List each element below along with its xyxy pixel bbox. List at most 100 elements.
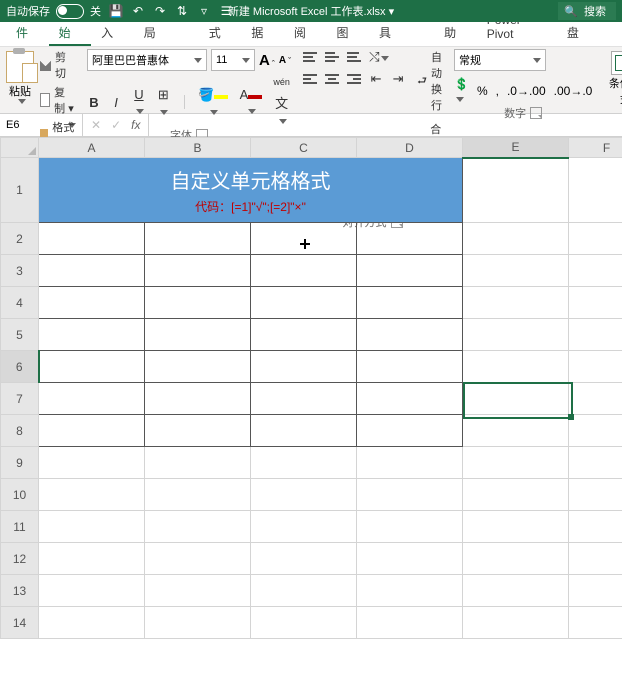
orientation-button[interactable]: ⤭ — [369, 49, 389, 65]
row-header-13[interactable]: 13 — [1, 575, 39, 607]
font-color-button[interactable]: A — [238, 87, 265, 117]
cell-d5[interactable] — [357, 319, 463, 351]
cell-b6[interactable] — [145, 351, 251, 383]
cell-c10[interactable] — [251, 479, 357, 511]
cell-a9[interactable] — [39, 447, 145, 479]
cell-d6[interactable] — [357, 351, 463, 383]
cut-button[interactable]: 剪切 — [40, 49, 75, 81]
cell-f1[interactable] — [569, 158, 622, 223]
cell-f2[interactable] — [569, 223, 622, 255]
cell-f7[interactable] — [569, 383, 622, 415]
cell-f9[interactable] — [569, 447, 622, 479]
cell-e2[interactable] — [463, 223, 569, 255]
sort-icon[interactable]: ⇅ — [175, 4, 189, 18]
row-header-9[interactable]: 9 — [1, 447, 39, 479]
cell-a6[interactable] — [39, 351, 145, 383]
cell-d14[interactable] — [357, 607, 463, 639]
align-bottom-button[interactable] — [347, 52, 361, 62]
cell-e8[interactable] — [463, 415, 569, 447]
cell-b13[interactable] — [145, 575, 251, 607]
cell-d12[interactable] — [357, 543, 463, 575]
cell-b3[interactable] — [145, 255, 251, 287]
cell-c8[interactable] — [251, 415, 357, 447]
cell-c2[interactable] — [251, 223, 357, 255]
font-size-combo[interactable]: 11 — [211, 49, 255, 71]
cell-e14[interactable] — [463, 607, 569, 639]
align-top-button[interactable] — [303, 52, 317, 62]
cell-c14[interactable] — [251, 607, 357, 639]
indent-inc-button[interactable]: ⇥ — [391, 71, 405, 87]
cell-a8[interactable] — [39, 415, 145, 447]
grow-font-button[interactable]: Aˆ — [259, 52, 275, 69]
cell-d8[interactable] — [357, 415, 463, 447]
cell-f13[interactable] — [569, 575, 622, 607]
col-header-c[interactable]: C — [251, 138, 357, 158]
cell-c12[interactable] — [251, 543, 357, 575]
cell-f12[interactable] — [569, 543, 622, 575]
cell-b9[interactable] — [145, 447, 251, 479]
cell-f6[interactable] — [569, 351, 622, 383]
cell-e4[interactable] — [463, 287, 569, 319]
cell-e10[interactable] — [463, 479, 569, 511]
align-left-button[interactable] — [303, 74, 317, 84]
cell-c4[interactable] — [251, 287, 357, 319]
cell-b10[interactable] — [145, 479, 251, 511]
row-header-4[interactable]: 4 — [1, 287, 39, 319]
col-header-a[interactable]: A — [39, 138, 145, 158]
cell-e9[interactable] — [463, 447, 569, 479]
cell-a7[interactable] — [39, 383, 145, 415]
col-header-f[interactable]: F — [569, 138, 622, 158]
copy-button[interactable]: 复制 ▾ — [40, 84, 75, 116]
col-header-b[interactable]: B — [145, 138, 251, 158]
indent-dec-button[interactable]: ⇤ — [369, 71, 383, 87]
cell-a14[interactable] — [39, 607, 145, 639]
chevron-down-icon[interactable] — [18, 99, 26, 104]
dialog-launcher-icon[interactable] — [530, 107, 542, 119]
cell-e5[interactable] — [463, 319, 569, 351]
cell-d4[interactable] — [357, 287, 463, 319]
cell-c5[interactable] — [251, 319, 357, 351]
cell-f14[interactable] — [569, 607, 622, 639]
paste-button[interactable]: 粘贴 — [6, 49, 34, 151]
chevron-down-icon[interactable] — [533, 58, 541, 63]
cell-a13[interactable] — [39, 575, 145, 607]
cell-d7[interactable] — [357, 383, 463, 415]
fill-color-button[interactable]: 🪣 — [197, 87, 230, 118]
cell-d13[interactable] — [357, 575, 463, 607]
align-middle-button[interactable] — [325, 52, 339, 62]
cell-f11[interactable] — [569, 511, 622, 543]
cell-e6[interactable] — [463, 351, 569, 383]
row-header-6[interactable]: 6 — [1, 351, 39, 383]
cell-b14[interactable] — [145, 607, 251, 639]
filter-icon[interactable]: ▿ — [197, 4, 211, 18]
search-box[interactable]: 🔍 搜索 — [558, 2, 616, 20]
cell-b2[interactable] — [145, 223, 251, 255]
cell-b11[interactable] — [145, 511, 251, 543]
undo-icon[interactable]: ↶ — [131, 4, 145, 18]
border-button[interactable]: ⊞ — [155, 87, 172, 118]
align-right-button[interactable] — [347, 74, 361, 84]
cell-c9[interactable] — [251, 447, 357, 479]
cell-d3[interactable] — [357, 255, 463, 287]
select-all-corner[interactable] — [1, 138, 39, 158]
cell-b8[interactable] — [145, 415, 251, 447]
row-header-11[interactable]: 11 — [1, 511, 39, 543]
row-header-14[interactable]: 14 — [1, 607, 39, 639]
document-title[interactable]: 新建 Microsoft Excel 工作表.xlsx ▾ — [228, 3, 394, 19]
increase-decimal-button[interactable]: .0→.00 — [507, 84, 546, 98]
align-center-button[interactable] — [325, 74, 339, 84]
cell-a1-merged[interactable]: 自定义单元格格式 代码：[=1]"√";[=2]"×" — [39, 158, 463, 223]
row-header-12[interactable]: 12 — [1, 543, 39, 575]
cell-f3[interactable] — [569, 255, 622, 287]
font-name-combo[interactable]: 阿里巴巴普惠体 — [87, 49, 207, 71]
cell-c11[interactable] — [251, 511, 357, 543]
cell-e1[interactable] — [463, 158, 569, 223]
cell-f8[interactable] — [569, 415, 622, 447]
cell-b4[interactable] — [145, 287, 251, 319]
chevron-down-icon[interactable] — [194, 58, 202, 63]
cell-f5[interactable] — [569, 319, 622, 351]
cell-d10[interactable] — [357, 479, 463, 511]
redo-icon[interactable]: ↷ — [153, 4, 167, 18]
row-header-7[interactable]: 7 — [1, 383, 39, 415]
cell-f4[interactable] — [569, 287, 622, 319]
